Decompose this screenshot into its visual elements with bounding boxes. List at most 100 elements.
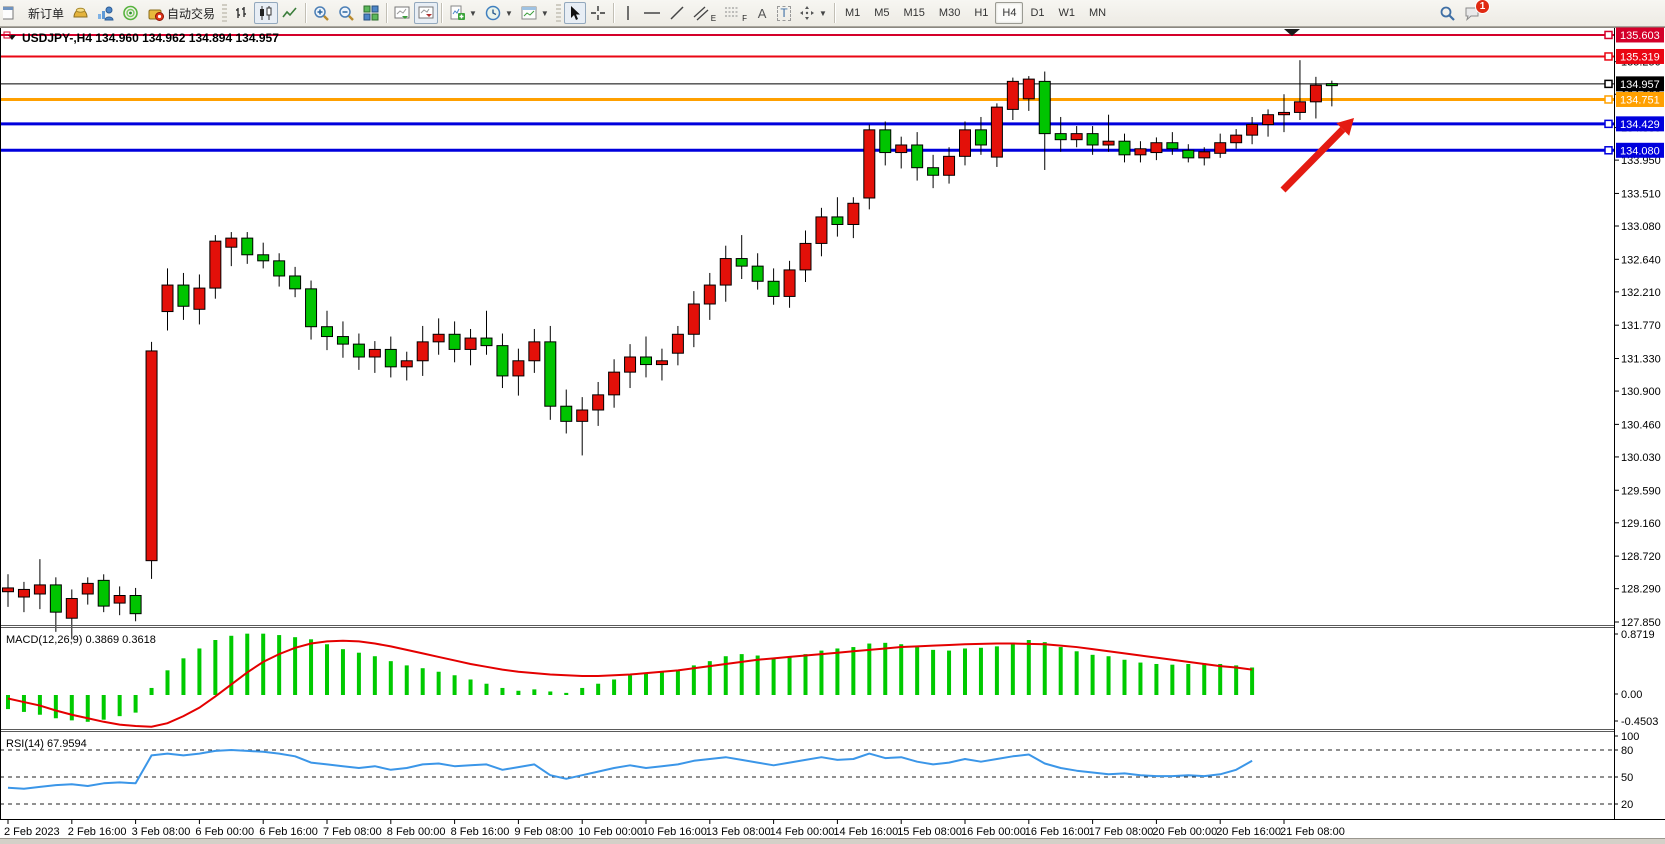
fibonacci-tool-button[interactable]: F — [720, 2, 751, 24]
macd-histogram-bar — [405, 665, 409, 695]
text-tool-button[interactable]: A — [751, 2, 773, 24]
bear-candle — [50, 585, 61, 612]
chart-window-icon-button[interactable] — [2, 2, 24, 24]
line-end-marker[interactable] — [1605, 80, 1612, 87]
auto-trading-button[interactable]: 自动交易 — [143, 2, 219, 24]
signals-button[interactable] — [118, 2, 143, 24]
macd-histogram-bar — [22, 695, 26, 712]
toolbar-grip[interactable] — [222, 4, 227, 22]
gold-ingot-button[interactable] — [68, 2, 93, 24]
window-bottom-edge — [0, 838, 1665, 844]
bull-candle — [672, 334, 683, 353]
time-label: 8 Feb 16:00 — [451, 826, 510, 838]
time-label: 2 Feb 2023 — [4, 826, 60, 838]
macd-histogram-bar — [947, 651, 951, 695]
channel-tool-button[interactable]: E — [689, 2, 720, 24]
line-end-marker[interactable] — [1605, 147, 1612, 154]
timeframe-M15[interactable]: M15 — [897, 2, 932, 24]
chart-canvas[interactable]: 135.250134.820134.380133.950133.510133.0… — [0, 0, 1665, 843]
bull-candle — [656, 361, 667, 365]
indicators-button[interactable]: ▼ — [445, 2, 481, 24]
bull-candle — [1215, 143, 1226, 154]
timeframe-H4[interactable]: H4 — [995, 2, 1023, 24]
timeframe-M30[interactable]: M30 — [932, 2, 967, 24]
line-end-marker[interactable] — [1605, 53, 1612, 60]
timeframe-D1[interactable]: D1 — [1023, 2, 1051, 24]
macd-histogram-bar — [804, 654, 808, 695]
candlestick-mode-button[interactable] — [254, 2, 278, 24]
time-label: 6 Feb 00:00 — [195, 826, 254, 838]
notifications-button[interactable]: 1 — [1460, 2, 1485, 24]
time-label: 16 Feb 00:00 — [961, 826, 1026, 838]
timeframe-M1[interactable]: M1 — [838, 2, 867, 24]
bear-candle — [322, 327, 333, 337]
macd-histogram-bar — [931, 650, 935, 695]
macd-histogram-bar — [740, 654, 744, 695]
bull-candle — [433, 334, 444, 342]
bull-candle — [529, 342, 540, 361]
bear-candle — [178, 285, 189, 306]
trendline-tool-button[interactable] — [665, 2, 689, 24]
bear-candle — [353, 344, 364, 357]
macd-histogram-bar — [181, 658, 185, 695]
zoom-out-button[interactable] — [334, 2, 359, 24]
bar-chart-mode-button[interactable] — [230, 2, 254, 24]
auto-scroll-button[interactable] — [390, 2, 414, 24]
chart-shift-button[interactable] — [414, 2, 438, 24]
line-chart-icon — [282, 5, 298, 21]
vertical-line-tool-button[interactable] — [617, 2, 639, 24]
bear-candle — [752, 266, 763, 281]
crosshair-tool-button[interactable] — [586, 2, 610, 24]
bear-candle — [975, 130, 986, 145]
bull-candle — [146, 351, 157, 561]
market-depth-button[interactable] — [93, 2, 118, 24]
line-end-marker[interactable] — [1605, 96, 1612, 103]
time-label: 9 Feb 08:00 — [514, 826, 573, 838]
bear-candle — [385, 349, 396, 366]
macd-histogram-bar — [1170, 665, 1174, 695]
text-tool-icon: A — [758, 6, 767, 21]
tile-windows-button[interactable] — [359, 2, 383, 24]
horizontal-line-tool-button[interactable] — [639, 2, 665, 24]
new-order-button[interactable]: 新订单 — [24, 2, 68, 24]
zoom-in-button[interactable] — [309, 2, 334, 24]
macd-histogram-bar — [1107, 656, 1111, 695]
rsi-scale-label: 80 — [1621, 745, 1633, 757]
bear-candle — [258, 255, 269, 261]
periods-button[interactable]: ▼ — [481, 2, 517, 24]
macd-histogram-bar — [485, 684, 489, 695]
macd-histogram-bar — [596, 684, 600, 695]
arrows-tool-button[interactable]: ▼ — [795, 2, 831, 24]
macd-histogram-bar — [883, 643, 887, 695]
line-end-marker[interactable] — [1605, 120, 1612, 127]
bear-candle — [928, 168, 939, 176]
timeframe-H1[interactable]: H1 — [967, 2, 995, 24]
bull-candle — [593, 395, 604, 410]
toolbar-separator — [386, 3, 387, 23]
bull-candle — [864, 130, 875, 198]
toolbar-grip[interactable] — [556, 4, 561, 22]
timeframe-M5[interactable]: M5 — [867, 2, 896, 24]
macd-histogram-bar — [548, 691, 552, 695]
macd-histogram-bar — [134, 695, 138, 713]
candlestick-icon — [258, 5, 274, 21]
search-button[interactable] — [1435, 2, 1460, 24]
equidistant-channel-icon — [693, 5, 711, 21]
timeframe-W1[interactable]: W1 — [1052, 2, 1083, 24]
macd-histogram-bar — [118, 695, 122, 716]
time-label: 10 Feb 00:00 — [578, 826, 643, 838]
svg-text:135.603: 135.603 — [1620, 30, 1660, 42]
line-chart-mode-button[interactable] — [278, 2, 302, 24]
bull-candle — [82, 583, 93, 594]
svg-text:135.319: 135.319 — [1620, 51, 1660, 63]
macd-histogram-bar — [293, 637, 297, 695]
macd-histogram-bar — [197, 648, 201, 695]
cursor-tool-button[interactable] — [564, 2, 586, 24]
macd-histogram-bar — [357, 653, 361, 695]
timeframe-MN[interactable]: MN — [1082, 2, 1113, 24]
templates-button[interactable]: ▼ — [517, 2, 553, 24]
line-end-marker[interactable] — [1605, 31, 1612, 38]
text-label-tool-button[interactable]: T — [773, 2, 795, 24]
bull-candle — [3, 588, 14, 592]
bull-candle — [465, 338, 476, 349]
